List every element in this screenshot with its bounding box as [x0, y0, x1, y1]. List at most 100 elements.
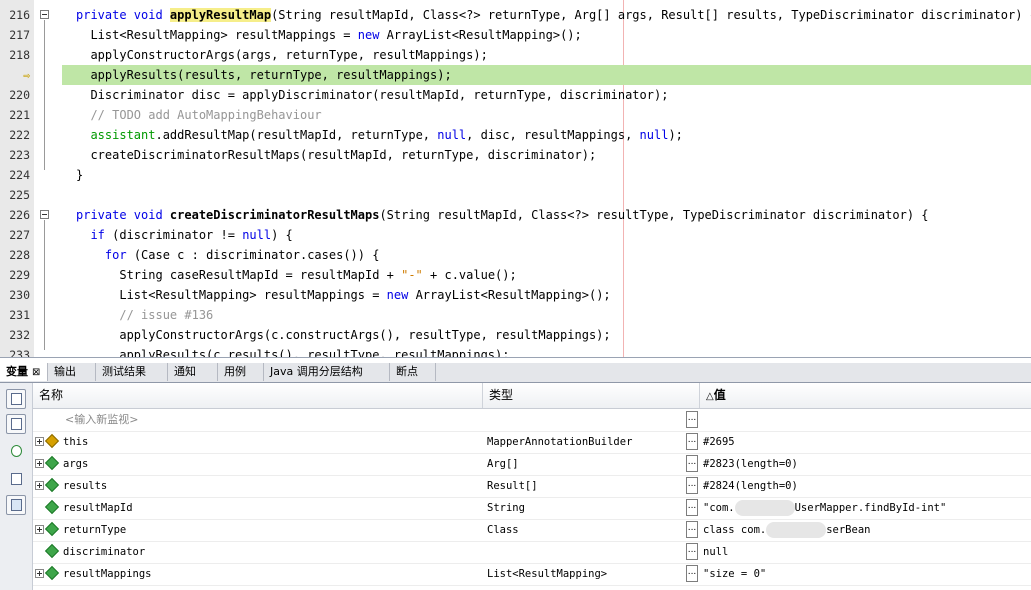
code-text: } — [76, 168, 84, 182]
variables-view-icon[interactable] — [6, 495, 26, 515]
tab-5[interactable]: Java 调用分层结构 — [264, 363, 390, 381]
fold-toggle-icon[interactable] — [40, 10, 49, 19]
code-line[interactable]: 223 createDiscriminatorResultMaps(result… — [0, 145, 1031, 165]
expand-toggle-icon[interactable] — [35, 525, 44, 534]
code-line[interactable]: 226 private void createDiscriminatorResul… — [0, 205, 1031, 225]
table-row[interactable]: discriminator... null — [33, 541, 1031, 564]
show-static-icon[interactable] — [6, 389, 26, 409]
value-editor-button[interactable]: ... — [686, 499, 698, 516]
value-editor-button[interactable]: ... — [686, 565, 698, 582]
variable-type: Result[] — [487, 480, 538, 492]
fold-toggle-icon[interactable] — [40, 210, 49, 219]
code-text: // issue #136 — [119, 308, 214, 322]
code-text: String caseResultMapId = resultMapId + "… — [76, 268, 517, 282]
column-header-value-label: 值 — [713, 388, 726, 402]
code-line[interactable]: 228 for (Case c : discriminator.cases())… — [0, 245, 1031, 265]
fold-guide — [44, 220, 45, 350]
fold-guide — [44, 20, 45, 170]
tab-4[interactable]: 用例 — [218, 363, 264, 381]
variables-table: 名称 类型 △值 <输入新监视>... this MapperAnnotationB… — [33, 383, 1031, 590]
code-text: // TODO add AutoMappingBehaviour — [90, 108, 322, 122]
code-line[interactable]: 217 List<ResultMapping> resultMappings =… — [0, 25, 1031, 45]
expand-toggle-icon[interactable] — [35, 569, 44, 578]
redacted-mask — [766, 522, 827, 538]
watch-placeholder: <输入新监视> — [65, 413, 139, 426]
add-watch-icon[interactable] — [6, 441, 26, 461]
value-editor-button[interactable]: ... — [686, 455, 698, 472]
code-line[interactable]: 230 List<ResultMapping> resultMappings =… — [0, 285, 1031, 305]
line-number: 217 — [9, 28, 30, 42]
tab-0[interactable]: 变量 ⊠ — [0, 363, 48, 381]
line-number: 216 — [9, 8, 30, 22]
tab-label: 变量 — [6, 365, 28, 378]
variable-icon — [44, 455, 60, 471]
code-editor[interactable]: 216 private void applyResultMap(String re… — [0, 0, 1031, 358]
code-text: applyConstructorArgs(c.constructArgs(), … — [76, 328, 611, 342]
watch-input-cell[interactable]: <输入新监视> — [33, 409, 483, 431]
column-header-name[interactable]: 名称 — [33, 383, 483, 408]
tab-close-icon[interactable]: ⊠ — [32, 367, 40, 378]
variable-type — [483, 541, 687, 563]
value-editor-button[interactable]: ... — [686, 433, 698, 450]
code-line[interactable]: 232 applyConstructorArgs(c.constructArgs… — [0, 325, 1031, 345]
tab-6[interactable]: 断点 — [390, 363, 436, 381]
line-number: 222 — [9, 128, 30, 142]
tab-2[interactable]: 测试结果 — [96, 363, 168, 381]
variable-icon — [44, 477, 60, 493]
value-suffix: UserMapper.findById-int" — [794, 502, 947, 514]
code-line[interactable]: 233 applyResults(c.results(), resultType… — [0, 345, 1031, 358]
variable-type: MapperAnnotationBuilder — [487, 436, 633, 448]
evaluate-expression-icon[interactable] — [6, 469, 26, 489]
line-number: 233 — [9, 348, 30, 358]
column-header-type[interactable]: 类型 — [483, 383, 700, 408]
table-row[interactable]: results Result[]... #2824(length=0) — [33, 475, 1031, 498]
code-line[interactable]: 225 — [0, 185, 1031, 205]
line-number: 218 — [9, 48, 30, 62]
variable-icon — [44, 543, 60, 559]
code-line[interactable]: 227 if (discriminator != null) { — [0, 225, 1031, 245]
value-suffix: serBean — [826, 524, 871, 536]
table-row[interactable]: resultMappings List<ResultMapping>... "siz… — [33, 563, 1031, 586]
line-number: 220 — [9, 88, 30, 102]
redacted-mask — [734, 500, 795, 516]
variable-value: #2695 — [703, 436, 735, 448]
value-editor-button[interactable]: ... — [686, 543, 698, 560]
code-line[interactable]: ⇨ applyResults(results, returnType, resu… — [0, 65, 1031, 85]
value-editor-button[interactable]: ... — [686, 521, 698, 538]
variable-value: "com. UserMapper.findById-int" — [703, 497, 1031, 519]
code-line[interactable]: 220 Discriminator disc = applyDiscrimina… — [0, 85, 1031, 105]
expand-toggle-icon[interactable] — [35, 437, 44, 446]
value-prefix: "com. — [703, 502, 735, 514]
show-inherited-icon[interactable] — [6, 414, 26, 434]
table-row[interactable]: resultMapId String... "com. UserMapper.find… — [33, 497, 1031, 520]
variable-name-cell: this — [33, 431, 483, 453]
expand-toggle-icon[interactable] — [35, 459, 44, 468]
code-line[interactable]: 222 assistant.addResultMap(resultMapId, … — [0, 125, 1031, 145]
table-row[interactable]: this MapperAnnotationBuilder... #2695 — [33, 431, 1031, 454]
variable-name-cell: discriminator — [33, 541, 483, 563]
table-row[interactable]: returnType Class... class com. serBean — [33, 519, 1031, 542]
watch-input-row[interactable]: <输入新监视>... — [33, 409, 1031, 432]
tab-1[interactable]: 输出 — [48, 363, 96, 381]
variable-name: results — [63, 480, 108, 492]
expand-toggle-icon[interactable] — [35, 481, 44, 490]
variable-icon — [44, 499, 60, 515]
code-line[interactable]: 216 private void applyResultMap(String re… — [0, 5, 1031, 25]
table-row[interactable]: args Arg[]... #2823(length=0) — [33, 453, 1031, 476]
code-line[interactable]: 224} — [0, 165, 1031, 185]
code-line[interactable]: 218 applyConstructorArgs(args, returnTyp… — [0, 45, 1031, 65]
current-line-arrow-icon: ⇨ — [23, 68, 30, 82]
code-line[interactable]: 231 // issue #136 — [0, 305, 1031, 325]
sort-indicator-icon: △ — [706, 391, 714, 402]
variable-name: discriminator — [63, 546, 146, 558]
tab-3[interactable]: 通知 — [168, 363, 218, 381]
code-line[interactable]: 221 // TODO add AutoMappingBehaviour — [0, 105, 1031, 125]
variable-type: Arg[] — [487, 458, 519, 470]
value-editor-button[interactable]: ... — [686, 477, 698, 494]
line-number: 228 — [9, 248, 30, 262]
code-line[interactable]: 229 String caseResultMapId = resultMapId… — [0, 265, 1031, 285]
variable-type: Class — [487, 524, 519, 536]
value-editor-button[interactable]: ... — [686, 411, 698, 428]
variable-name: resultMappings — [63, 568, 152, 580]
column-header-value[interactable]: △值 — [700, 383, 1031, 408]
